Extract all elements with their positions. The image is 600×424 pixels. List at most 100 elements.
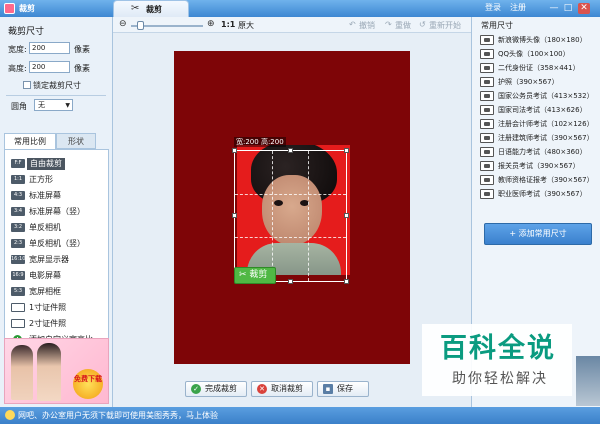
ratio-tabs: 常用比例 形状 bbox=[4, 133, 109, 149]
original-size-button[interactable]: 原大 bbox=[238, 20, 254, 31]
size-item[interactable]: 日语能力考试（480×360） bbox=[480, 146, 598, 158]
ratio-label: 自由裁剪 bbox=[27, 158, 65, 170]
redo-button[interactable]: 重做 bbox=[395, 20, 411, 31]
size-item[interactable]: 新浪微博头像（180×180） bbox=[480, 34, 598, 46]
ratio-item-3-2[interactable]: 3:2 单反相机 bbox=[11, 222, 106, 234]
tab-crop[interactable]: ✂ 裁剪 bbox=[113, 0, 189, 17]
ratio-label: 正方形 bbox=[29, 175, 53, 184]
height-input[interactable]: 200 bbox=[29, 61, 70, 73]
resize-handle-top-left[interactable] bbox=[232, 148, 237, 153]
ratio-label: 标准屏幕（竖） bbox=[29, 207, 85, 216]
id-card-icon bbox=[480, 91, 494, 101]
add-common-size-button[interactable]: + 添加常用尺寸 bbox=[484, 223, 592, 245]
ratio-item-16-9[interactable]: 16:9 电影屏幕 bbox=[11, 270, 106, 282]
id-card-icon bbox=[480, 49, 494, 59]
size-label: 国家司法考试（413×626） bbox=[498, 106, 587, 114]
left-panel: 裁剪尺寸 宽度: 200 像素 高度: 200 像素 锁定裁剪尺寸 圆角 无 ▼… bbox=[0, 17, 113, 407]
ratio-item-3-4[interactable]: 3:4 标准屏幕（竖） bbox=[11, 206, 106, 218]
zoom-out-icon[interactable]: ⊖ bbox=[119, 19, 127, 29]
width-unit: 像素 bbox=[74, 45, 90, 54]
id-card-icon bbox=[480, 77, 494, 87]
ratio-item-square[interactable]: 1:1 正方形 bbox=[11, 174, 106, 186]
grid-line bbox=[308, 151, 310, 281]
ad-photo bbox=[37, 343, 61, 401]
resize-handle-top-right[interactable] bbox=[344, 148, 349, 153]
crop-button[interactable]: ✂ 裁剪 bbox=[234, 267, 276, 284]
size-label: 新浪微博头像（180×180） bbox=[498, 36, 587, 44]
ratio-16-10-icon: 16:10 bbox=[11, 255, 26, 264]
ratio-label: 电影屏幕 bbox=[29, 271, 61, 280]
resize-handle-left[interactable] bbox=[232, 213, 237, 218]
crop-selection[interactable] bbox=[232, 148, 349, 284]
login-link[interactable]: 登录 bbox=[485, 2, 501, 13]
ratio-item-16-10[interactable]: 16:10 宽屏显示器 bbox=[11, 254, 106, 266]
zoom-1-1-button[interactable]: 1:1 bbox=[221, 20, 235, 29]
size-label: 国家公务员考试（413×532） bbox=[498, 92, 594, 100]
maximize-button[interactable]: □ bbox=[562, 3, 574, 14]
complete-crop-button[interactable]: ✓ 完成裁剪 bbox=[185, 381, 247, 397]
size-label: 二代身份证（358×441） bbox=[498, 64, 580, 72]
minimize-button[interactable]: — bbox=[548, 3, 560, 14]
size-item[interactable]: 报关员考试（390×567） bbox=[480, 160, 598, 172]
redo-icon[interactable]: ↷ bbox=[385, 20, 392, 29]
id-card-icon bbox=[480, 147, 494, 157]
close-button[interactable]: ✕ bbox=[578, 3, 590, 14]
crop-size-title: 裁剪尺寸 bbox=[8, 27, 45, 37]
size-item[interactable]: QQ头像（100×100） bbox=[480, 48, 598, 60]
register-link[interactable]: 注册 bbox=[510, 2, 526, 13]
size-item[interactable]: 职业医师考试（390×567） bbox=[480, 188, 598, 200]
height-unit: 像素 bbox=[74, 64, 90, 73]
cancel-crop-button[interactable]: ✕ 取消裁剪 bbox=[251, 381, 313, 397]
ratio-item-4-3[interactable]: 4:3 标准屏幕 bbox=[11, 190, 106, 202]
tab-common-ratio[interactable]: 常用比例 bbox=[4, 133, 56, 149]
id-card-icon bbox=[480, 63, 494, 73]
undo-button[interactable]: 撤销 bbox=[359, 20, 375, 31]
free-download-badge[interactable]: 免费下载 bbox=[73, 369, 103, 399]
resize-handle-bottom-right[interactable] bbox=[344, 279, 349, 284]
watermark-title: 百科全说 bbox=[440, 333, 556, 364]
id-photo-icon bbox=[11, 303, 25, 312]
size-item[interactable]: 国家司法考试（413×626） bbox=[480, 104, 598, 116]
status-text[interactable]: 网吧、办公室用户无须下载即可使用美图秀秀，马上体验 bbox=[18, 410, 218, 421]
size-label: QQ头像（100×100） bbox=[498, 50, 570, 58]
size-label: 职业医师考试（390×567） bbox=[498, 190, 587, 198]
resize-handle-bottom[interactable] bbox=[288, 279, 293, 284]
reset-button[interactable]: 重新开始 bbox=[429, 20, 461, 31]
id-card-icon bbox=[480, 189, 494, 199]
tab-shape[interactable]: 形状 bbox=[56, 133, 96, 149]
ratio-item-5-3[interactable]: 5:3 宽屏相框 bbox=[11, 286, 106, 298]
reset-icon[interactable]: ↺ bbox=[419, 20, 426, 29]
resize-handle-top[interactable] bbox=[288, 148, 293, 153]
width-input[interactable]: 200 bbox=[29, 42, 70, 54]
ratio-label: 宽屏相框 bbox=[29, 287, 61, 296]
corner-select[interactable]: 无 ▼ bbox=[34, 99, 73, 111]
undo-icon[interactable]: ↶ bbox=[349, 20, 356, 29]
save-button[interactable]: ▪ 保存 bbox=[317, 381, 369, 397]
size-label: 护照（390×567） bbox=[498, 78, 559, 86]
chevron-down-icon: ▼ bbox=[65, 102, 70, 109]
ratio-list: F:F 自由裁剪 1:1 正方形 4:3 标准屏幕 3:4 标准屏幕（竖） 3:… bbox=[4, 149, 109, 349]
ratio-3-2-icon: 3:2 bbox=[11, 223, 25, 232]
lock-size-checkbox[interactable] bbox=[23, 81, 31, 89]
zoom-in-icon[interactable]: ⊕ bbox=[207, 19, 215, 29]
height-label: 高度: bbox=[8, 64, 27, 73]
size-item[interactable]: 二代身份证（358×441） bbox=[480, 62, 598, 74]
editor-area: ⊖ ⊕ 1:1 原大 ↶ 撤销 ↷ 重做 ↺ 重新开始 宽:200 高:200 bbox=[113, 17, 471, 407]
size-label: 日语能力考试（480×360） bbox=[498, 148, 587, 156]
size-item[interactable]: 国家公务员考试（413×532） bbox=[480, 90, 598, 102]
ratio-item-1-inch[interactable]: 1寸证件照 bbox=[11, 302, 106, 314]
ratio-item-2-inch[interactable]: 2寸证件照 bbox=[11, 318, 106, 330]
resize-handle-right[interactable] bbox=[344, 213, 349, 218]
size-item[interactable]: 护照（390×567） bbox=[480, 76, 598, 88]
ad-banner[interactable]: 免费下载 bbox=[4, 338, 109, 404]
cancel-icon: ✕ bbox=[257, 384, 267, 394]
title-bar: 裁剪 ✂ 裁剪 登录 注册 — □ ✕ bbox=[0, 0, 600, 17]
crop-dimension-label: 宽:200 高:200 bbox=[234, 137, 286, 147]
ratio-item-2-3[interactable]: 2:3 单反相机（竖） bbox=[11, 238, 106, 250]
size-item[interactable]: 注册建筑师考试（390×567） bbox=[480, 132, 598, 144]
ratio-item-free[interactable]: F:F 自由裁剪 bbox=[11, 158, 106, 170]
zoom-slider-thumb[interactable] bbox=[137, 21, 144, 30]
scissors-icon: ✂ bbox=[239, 270, 250, 280]
size-item[interactable]: 注册会计师考试（102×126） bbox=[480, 118, 598, 130]
size-item[interactable]: 教师资格证报考（390×567） bbox=[480, 174, 598, 186]
